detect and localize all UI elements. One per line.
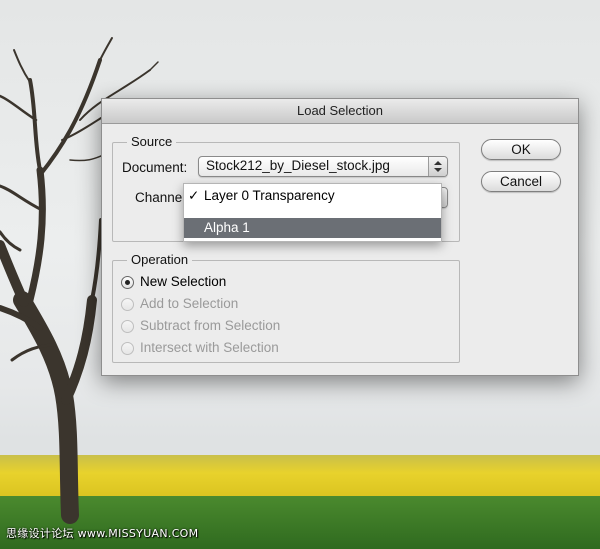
document-value: Stock212_by_Diesel_stock.jpg	[206, 158, 390, 173]
radio-label: New Selection	[140, 274, 227, 289]
dialog-title[interactable]: Load Selection	[102, 99, 578, 124]
source-legend: Source	[127, 134, 177, 149]
grass-field	[0, 496, 600, 549]
menu-item-label: Layer 0 Transparency	[204, 188, 335, 203]
channel-dropdown-menu: ✓ Layer 0 Transparency Alpha 1	[183, 183, 442, 242]
cancel-button[interactable]: Cancel	[481, 171, 561, 192]
chevron-updown-icon	[428, 157, 447, 176]
checkmark-icon: ✓	[188, 188, 200, 203]
radio-icon	[121, 320, 134, 333]
menu-item-layer-0-transparency[interactable]: ✓ Layer 0 Transparency	[184, 186, 441, 206]
channel-label: Channel	[135, 190, 186, 205]
radio-label: Intersect with Selection	[140, 340, 279, 355]
radio-label: Add to Selection	[140, 296, 239, 311]
document-label: Document:	[122, 160, 188, 175]
radio-label: Subtract from Selection	[140, 318, 281, 333]
watermark: 思缘设计论坛 www.MISSYUAN.COM	[6, 527, 199, 540]
document-popup[interactable]: Stock212_by_Diesel_stock.jpg	[198, 156, 448, 177]
menu-item-alpha-1[interactable]: Alpha 1	[184, 218, 441, 238]
menu-item-label: Alpha 1	[204, 220, 250, 235]
rapeseed-field	[0, 455, 600, 500]
radio-selected-icon	[121, 276, 134, 289]
operation-legend: Operation	[127, 252, 193, 267]
radio-icon	[121, 298, 134, 311]
radio-icon	[121, 342, 134, 355]
ok-button[interactable]: OK	[481, 139, 561, 160]
